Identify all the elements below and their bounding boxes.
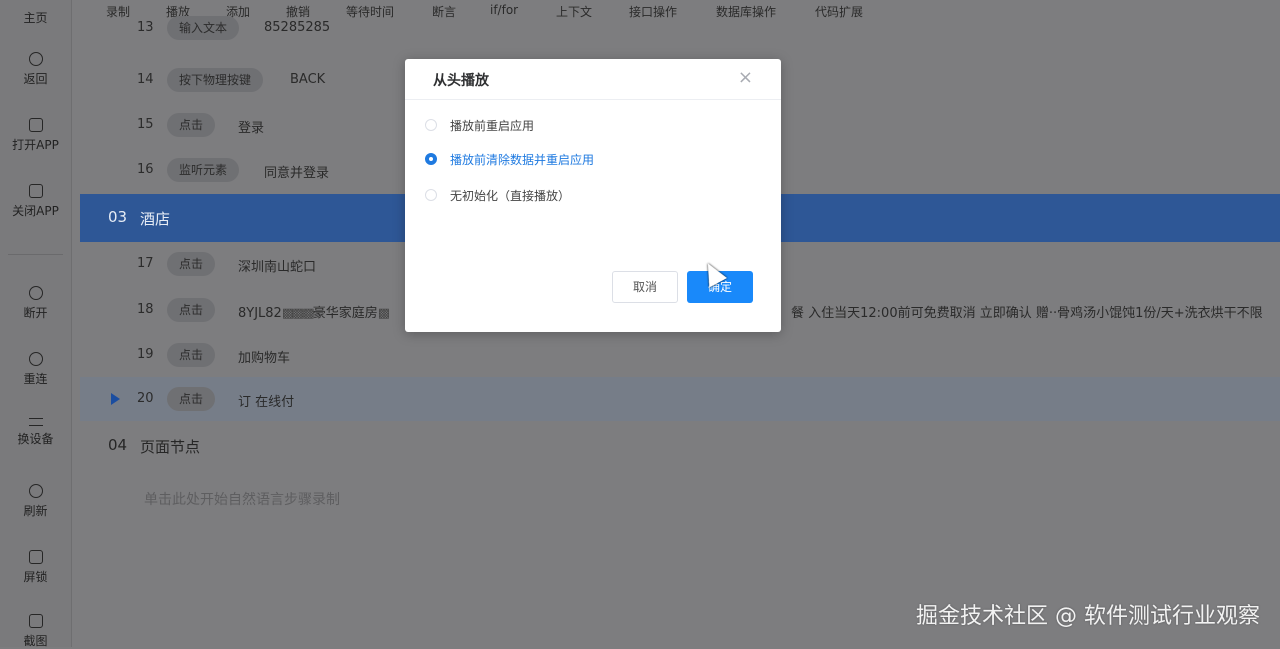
step-number: 17: [137, 256, 154, 271]
step-value: 登录: [238, 121, 265, 136]
sidebar-item-label: 屏锁: [23, 570, 48, 584]
swap-icon: [28, 418, 43, 426]
step-value-part: 豪华家庭房: [312, 306, 378, 321]
open-app-icon: [28, 118, 43, 132]
step-value: 加购物车: [238, 351, 291, 366]
step-number: 13: [137, 20, 154, 35]
step-action-tag: 点击: [167, 343, 216, 367]
sidebar-divider: [8, 254, 63, 255]
step-value: 同意并登录: [264, 166, 330, 181]
dialog-title: 从头播放: [433, 73, 489, 89]
step-number: 15: [137, 117, 154, 132]
step-row[interactable]: 13 输入文本 85285285: [80, 16, 1280, 46]
step-action-tag: 输入文本: [167, 16, 240, 40]
sidebar-item-label: 关闭APP: [12, 204, 59, 218]
crop-icon: [28, 614, 43, 628]
radio-label: 播放前重启应用: [450, 119, 535, 133]
sidebar-item-screenshot[interactable]: 截图: [0, 614, 71, 649]
radio-label: 播放前清除数据并重启应用: [450, 153, 595, 167]
step-value: 深圳南山蛇口: [238, 260, 317, 275]
dialog-divider: [405, 99, 781, 100]
link-icon: [28, 352, 43, 366]
step-value-tail: 餐 入住当天12:00前可免费取消 立即确认 赠··骨鸡汤小馄饨1份/天+洗衣烘…: [791, 306, 1263, 321]
section-page-nodes[interactable]: 04 页面节点: [80, 422, 1280, 470]
step-action-tag: 点击: [167, 387, 216, 411]
step-value: 订 在线付: [238, 395, 295, 410]
step-row[interactable]: 19 点击 加购物车: [80, 333, 1280, 377]
sidebar-item-disconnect[interactable]: 断开: [0, 286, 71, 321]
radio-circle-icon: [425, 189, 437, 201]
close-icon[interactable]: ×: [738, 69, 753, 87]
step-row-current[interactable]: 20 点击 订 在线付: [80, 377, 1280, 421]
step-action-tag: 点击: [167, 298, 216, 322]
step-number: 14: [137, 72, 154, 87]
sidebar-item-label: 换设备: [17, 432, 54, 446]
step-value-part: 8YJL82: [238, 306, 282, 321]
sidebar-item-label: 主页: [23, 11, 48, 25]
sidebar-item-switch-device[interactable]: 换设备: [0, 418, 71, 447]
step-value: 85285285: [264, 20, 331, 35]
sidebar-item-label: 截图: [23, 634, 48, 648]
sidebar-item-label: 返回: [23, 72, 48, 86]
sidebar-item-open-app[interactable]: 打开APP: [0, 118, 71, 153]
step-number: 16: [137, 162, 154, 177]
sidebar-item-screen-lock[interactable]: 屏锁: [0, 550, 71, 585]
sidebar-item-label: 刷新: [23, 504, 48, 518]
toolbar-if-for[interactable]: if/for: [490, 3, 518, 17]
sidebar-item-home[interactable]: 主页: [0, 0, 71, 26]
play-from-start-dialog: 从头播放 × 播放前重启应用 播放前清除数据并重启应用 无初始化（直接播放） 取…: [405, 59, 781, 332]
sidebar-item-reconnect[interactable]: 重连: [0, 352, 71, 387]
section-title: 页面节点: [140, 438, 201, 456]
cancel-button[interactable]: 取消: [612, 271, 678, 303]
step-number: 18: [137, 302, 154, 317]
section-number: 03: [108, 208, 128, 226]
sidebar-item-close-app[interactable]: 关闭APP: [0, 184, 71, 219]
step-number: 19: [137, 347, 154, 362]
close-app-icon: [28, 184, 43, 198]
sidebar-item-label: 断开: [23, 306, 48, 320]
section-number: 04: [108, 436, 128, 454]
sidebar-item-label: 重连: [23, 372, 48, 386]
sidebar-item-label: 打开APP: [12, 138, 59, 152]
section-title: 酒店: [140, 210, 171, 228]
back-icon: [28, 52, 43, 66]
play-icon: [111, 393, 120, 405]
step-action-tag: 点击: [167, 113, 216, 137]
step-value: 8YJL82▩▩▩豪华家庭房▩: [238, 306, 391, 321]
natural-language-record-hint[interactable]: 单击此处开始自然语言步骤录制: [144, 489, 340, 509]
step-action-tag: 按下物理按键: [167, 68, 264, 92]
sidebar-item-back[interactable]: 返回: [0, 52, 71, 87]
disconnect-icon: [28, 286, 43, 300]
sidebar: 主页 返回 打开APP 关闭APP 断开 重连 换设备 刷新 屏锁 截图: [0, 0, 72, 649]
watermark: 掘金技术社区 @ 软件测试行业观察: [916, 604, 1260, 629]
lock-icon: [28, 550, 43, 564]
step-action-tag: 点击: [167, 252, 216, 276]
step-value: BACK: [290, 72, 326, 87]
step-number: 20: [137, 391, 154, 406]
radio-label: 无初始化（直接播放）: [450, 189, 571, 203]
refresh-icon: [28, 484, 43, 498]
radio-circle-icon: [425, 119, 437, 131]
step-action-tag: 监听元素: [167, 158, 240, 182]
radio-circle-icon: [425, 153, 437, 165]
sidebar-item-refresh[interactable]: 刷新: [0, 484, 71, 519]
